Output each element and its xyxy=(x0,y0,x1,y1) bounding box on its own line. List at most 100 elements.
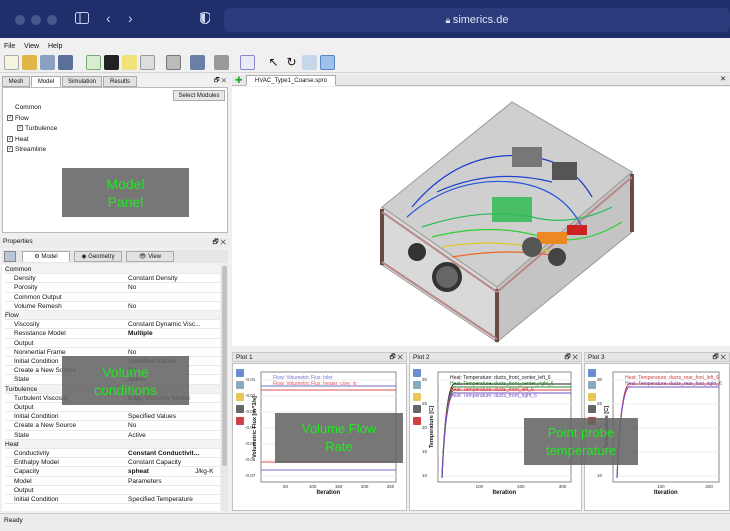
property-value[interactable]: No xyxy=(128,302,218,311)
property-value[interactable]: Parameters xyxy=(128,477,218,486)
new-file-icon[interactable] xyxy=(4,55,19,70)
tree-item-flow[interactable]: ✓ Flow xyxy=(7,114,57,125)
volume-flow-annotation: Volume Flow Rate xyxy=(275,413,403,463)
viewer-tab-label: HVAC_Type1_Coarse.spro xyxy=(255,78,327,84)
property-row[interactable]: Conductivity Constant Conductivit... xyxy=(5,449,220,459)
tree-item-heat[interactable]: ✓ Heat xyxy=(7,135,57,146)
zoom-icon[interactable] xyxy=(302,55,317,70)
tree-item-turbulence[interactable]: ✓ Turbulence xyxy=(7,124,57,135)
property-row[interactable]: Initial Condition Specified Values xyxy=(5,412,220,422)
property-value[interactable]: Constant Conductivit... xyxy=(128,449,218,458)
property-row[interactable]: Common Output xyxy=(5,293,220,302)
play-icon[interactable] xyxy=(104,55,119,70)
plot-icon[interactable] xyxy=(240,55,255,70)
x-axis-label: Iteration xyxy=(492,490,517,496)
dock-float-icon[interactable]: 🗗 ✕ xyxy=(214,76,227,86)
property-row[interactable]: Resistance Model Multiple xyxy=(5,329,220,339)
property-key: Capacity xyxy=(14,468,40,476)
tab-results[interactable]: Results xyxy=(103,76,137,87)
prop-tab-geometry-label: Geometry xyxy=(88,254,115,260)
forward-icon[interactable]: › xyxy=(128,10,133,26)
status-bar: Ready xyxy=(0,513,730,531)
address-bar[interactable]: 🔒︎ simerics.de xyxy=(224,8,730,32)
checkbox-icon[interactable]: ✓ xyxy=(7,114,13,121)
status-text: Ready xyxy=(4,517,23,524)
viewer-close-icon[interactable]: ✕ xyxy=(720,75,726,83)
save-as-icon[interactable] xyxy=(40,55,55,70)
plot-dock-icon[interactable]: 🗗 ✕ xyxy=(389,353,403,362)
property-key: Volume Remesh xyxy=(14,302,62,310)
export-icon[interactable] xyxy=(190,55,205,70)
display-mode-icon[interactable] xyxy=(166,55,181,70)
property-value[interactable]: Constant Dynamic Visc... xyxy=(128,320,218,329)
property-value[interactable]: Specified Temperature xyxy=(128,495,218,504)
open-folder-icon[interactable] xyxy=(22,55,37,70)
save-icon[interactable] xyxy=(58,55,73,70)
property-key: Model xyxy=(14,477,32,485)
checkbox-icon[interactable]: ✓ xyxy=(7,146,13,153)
plot-dock-icon[interactable]: 🗗 ✕ xyxy=(712,353,726,362)
property-row[interactable]: Porosity No xyxy=(5,283,220,293)
property-row[interactable]: Heat xyxy=(5,439,220,449)
legend-entry: Heat: Temperature: ducts_front_right_6 xyxy=(450,393,554,399)
rotate-icon[interactable]: ↻ xyxy=(284,55,299,70)
property-row[interactable]: Common xyxy=(5,265,220,275)
y-tick-label: 25 xyxy=(422,401,428,406)
shield-icon xyxy=(199,11,211,27)
menu-view[interactable]: View xyxy=(24,43,39,50)
highlight-icon[interactable] xyxy=(122,55,137,70)
property-value[interactable]: No xyxy=(128,421,218,430)
add-tab-icon[interactable]: ✚ xyxy=(235,75,243,86)
pointer-icon[interactable]: ↖ xyxy=(266,55,281,70)
property-value[interactable]: Constant Density xyxy=(128,274,218,283)
property-row[interactable]: Output xyxy=(5,486,220,495)
viewer-tab-file[interactable]: HVAC_Type1_Coarse.spro xyxy=(246,75,336,86)
plot-dock-icon[interactable]: 🗗 ✕ xyxy=(564,353,578,362)
minimize-dot[interactable] xyxy=(31,15,41,25)
expand-all-icon[interactable] xyxy=(4,251,16,262)
property-value[interactable]: Constant Capacity xyxy=(128,458,218,467)
tab-model[interactable]: Model xyxy=(31,76,61,87)
select-mode-icon[interactable] xyxy=(86,55,101,70)
plot-title-text: Plot 1 xyxy=(236,354,253,361)
mesh-icon[interactable] xyxy=(140,55,155,70)
tab-simulation[interactable]: Simulation xyxy=(62,76,102,87)
properties-scrollbar[interactable] xyxy=(221,265,228,511)
maximize-dot[interactable] xyxy=(47,15,57,25)
viewer-tabbar: ✚ HVAC_Type1_Coarse.spro ✕ xyxy=(232,75,730,86)
property-value[interactable]: No xyxy=(128,283,218,292)
select-modules-button[interactable]: Select Modules xyxy=(173,90,225,101)
property-row[interactable]: Flow xyxy=(5,311,220,321)
property-row[interactable]: Create a New Source No xyxy=(5,421,220,431)
sidebar-icon[interactable] xyxy=(75,11,89,27)
prop-tab-model[interactable]: ⚙ Model xyxy=(22,251,70,262)
property-row[interactable]: Viscosity Constant Dynamic Visc... xyxy=(5,320,220,330)
property-row[interactable]: State Active xyxy=(5,431,220,440)
property-row[interactable]: Output xyxy=(5,339,220,348)
properties-dock-icon[interactable]: 🗗 ✕ xyxy=(212,238,226,249)
property-row[interactable]: Initial Condition Specified Temperature xyxy=(5,495,220,505)
property-row[interactable]: Model Parameters xyxy=(5,477,220,486)
prop-tab-geometry[interactable]: ◉ Geometry xyxy=(74,251,122,262)
tree-item-streamline[interactable]: ✓ Streamline xyxy=(7,145,57,156)
camera-icon[interactable] xyxy=(214,55,229,70)
menu-file[interactable]: File xyxy=(4,43,15,50)
property-row[interactable]: Volume Remesh No xyxy=(5,302,220,311)
menu-help[interactable]: Help xyxy=(48,43,62,50)
property-value[interactable]: Specified Values xyxy=(128,412,218,421)
property-row[interactable]: Enthalpy Model Constant Capacity xyxy=(5,458,220,468)
prop-tab-view[interactable]: 👁︎ View xyxy=(126,251,174,262)
legend-text: Heat: Temperature: ducts_front_right_6 xyxy=(450,393,537,399)
checkbox-icon[interactable]: ✓ xyxy=(17,125,23,132)
property-row[interactable]: Capacity spheat J/kg-K xyxy=(5,467,220,477)
back-icon[interactable]: ‹ xyxy=(106,10,111,26)
property-row[interactable]: Density Constant Density xyxy=(5,274,220,284)
pan-icon[interactable] xyxy=(320,55,335,70)
tree-item-common[interactable]: Common xyxy=(7,103,57,114)
close-dot[interactable] xyxy=(15,15,25,25)
checkbox-icon[interactable]: ✓ xyxy=(7,135,13,142)
tab-mesh[interactable]: Mesh xyxy=(2,76,30,87)
property-value[interactable]: Active xyxy=(128,431,218,440)
3d-viewport[interactable] xyxy=(232,87,730,346)
property-value[interactable]: Multiple xyxy=(128,329,218,338)
